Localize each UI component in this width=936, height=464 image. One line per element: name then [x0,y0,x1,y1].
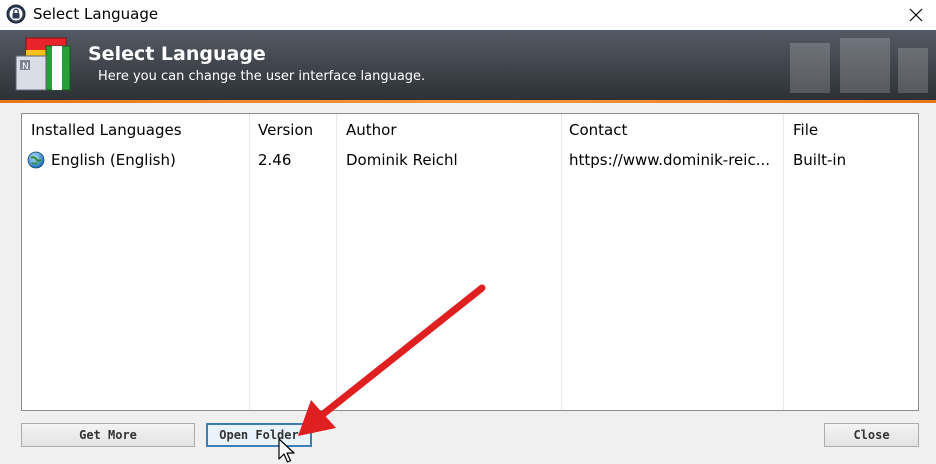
column-header-version[interactable]: Version [258,121,313,139]
column-divider [249,114,250,410]
row-version: 2.46 [258,151,292,169]
open-folder-button[interactable]: Open Folder [206,423,312,447]
languages-list[interactable]: Installed Languages Version Author Conta… [21,113,919,411]
column-divider [783,114,784,410]
row-file: Built-in [793,151,847,169]
banner-decoration [790,38,928,93]
banner-accent-stripe [0,100,936,103]
title-bar: Select Language [0,0,936,30]
header-banner: N Select Language Here you can change th… [0,30,936,100]
close-window-button[interactable] [904,4,928,26]
language-flag-icon: N [15,37,71,91]
get-more-button[interactable]: Get More [21,423,195,447]
keepass-lock-icon [6,4,26,24]
globe-icon [27,151,45,169]
column-divider [336,114,337,410]
column-header-author[interactable]: Author [346,121,397,139]
banner-subtitle: Here you can change the user interface l… [98,69,426,84]
column-header-installed-languages[interactable]: Installed Languages [31,121,182,139]
row-contact: https://www.dominik-reic... [569,151,770,169]
column-divider [561,114,562,410]
window-title: Select Language [33,5,159,23]
row-author: Dominik Reichl [346,151,458,169]
banner-title: Select Language [88,43,266,65]
mouse-cursor-icon [278,438,295,463]
column-header-contact[interactable]: Contact [569,121,627,139]
close-icon [909,8,923,22]
close-button[interactable]: Close [824,423,919,447]
row-language: English (English) [51,151,176,169]
column-header-file[interactable]: File [793,121,818,139]
svg-text:N: N [22,62,29,72]
